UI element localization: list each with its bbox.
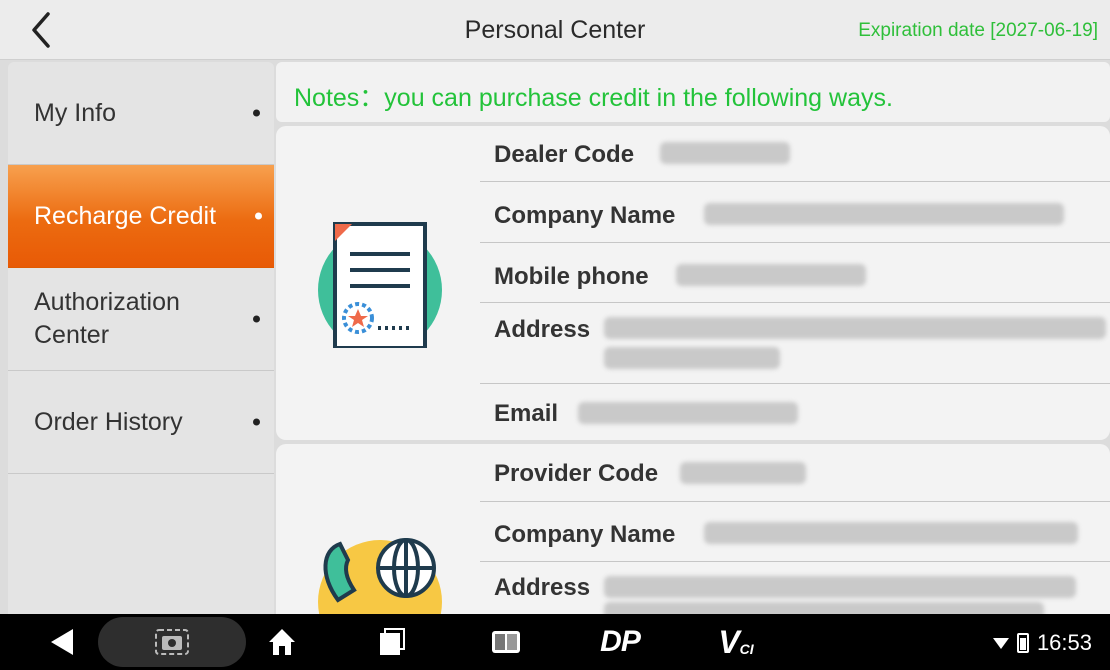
phone-globe-icon [314,536,446,616]
sidebar-item-label: Recharge Credit [34,201,217,230]
redacted-value [704,203,1064,225]
dual-screen-icon[interactable] [484,614,528,670]
clock: 16:53 [1036,630,1092,655]
nav-back-icon[interactable] [42,614,82,670]
screenshot-button[interactable] [98,617,246,667]
provider-code-row: Provider Code [480,444,1110,502]
email-row: Email [480,384,1110,440]
home-icon[interactable] [262,614,302,670]
company-name-label: Company Name [494,202,676,229]
certificate-icon [314,218,444,352]
provider-code-label: Provider Code [494,460,659,487]
dot-icon [253,315,260,323]
sidebar: My Info Recharge Credit Authorization Ce… [8,62,274,614]
notes-banner: Notes：you can purchase credit in the fol… [276,62,1110,122]
dealer-card: Dealer Code Company Name Mobile phone Ad… [276,126,1110,440]
provider-card: Provider Code Company Name Address [276,444,1110,616]
sidebar-item-recharge-credit[interactable]: Recharge Credit [8,165,274,268]
address-label: Address [494,574,591,601]
sidebar-item-label: Authorization Center [34,288,180,349]
status-area: 16:53 [992,630,1092,656]
dot-icon [253,418,260,426]
company-name-label: Company Name [494,521,676,548]
redacted-value [604,317,1106,339]
redacted-value [680,462,806,484]
sidebar-item-order-history[interactable]: Order History [8,371,274,474]
dp-logo[interactable]: DP [580,614,660,670]
address-label: Address [494,316,591,343]
sidebar-item-authorization-center[interactable]: Authorization Center [8,268,274,371]
dot-icon [253,109,260,117]
dealer-code-label: Dealer Code [494,141,635,168]
recent-apps-icon[interactable] [372,614,412,670]
expiration-date: Expiration date [2027-06-19] [858,20,1098,41]
mobile-phone-label: Mobile phone [494,263,649,290]
sidebar-item-label: My Info [34,98,116,127]
redacted-value [604,576,1076,598]
vci-logo[interactable]: V CI [706,614,766,670]
redacted-value [604,347,780,369]
vci-sub-label: CI [739,641,754,657]
address-row: Address [480,303,1110,384]
sidebar-item-my-info[interactable]: My Info [8,62,274,165]
company-name-row: Company Name [480,182,1110,243]
mobile-phone-row: Mobile phone [480,243,1110,303]
redacted-value [578,402,798,424]
dp-label: DP [600,625,641,658]
notes-text: Notes：you can purchase credit in the fol… [294,84,893,112]
address-row: Address [480,562,1110,616]
sidebar-item-label: Order History [34,407,183,436]
email-label: Email [494,400,559,427]
wifi-icon [992,638,1009,649]
redacted-value [676,264,866,286]
redacted-value [704,522,1078,544]
system-nav-bar: DP V CI 16:53 [0,614,1110,670]
redacted-value [660,142,790,164]
company-name-row: Company Name [480,502,1110,562]
camera-icon [154,628,190,661]
vci-label: V [718,623,740,660]
dealer-code-row: Dealer Code [480,126,1110,182]
app-header: Personal Center Expiration date [2027-06… [0,0,1110,60]
battery-icon [1016,633,1029,653]
dot-icon [255,212,262,220]
